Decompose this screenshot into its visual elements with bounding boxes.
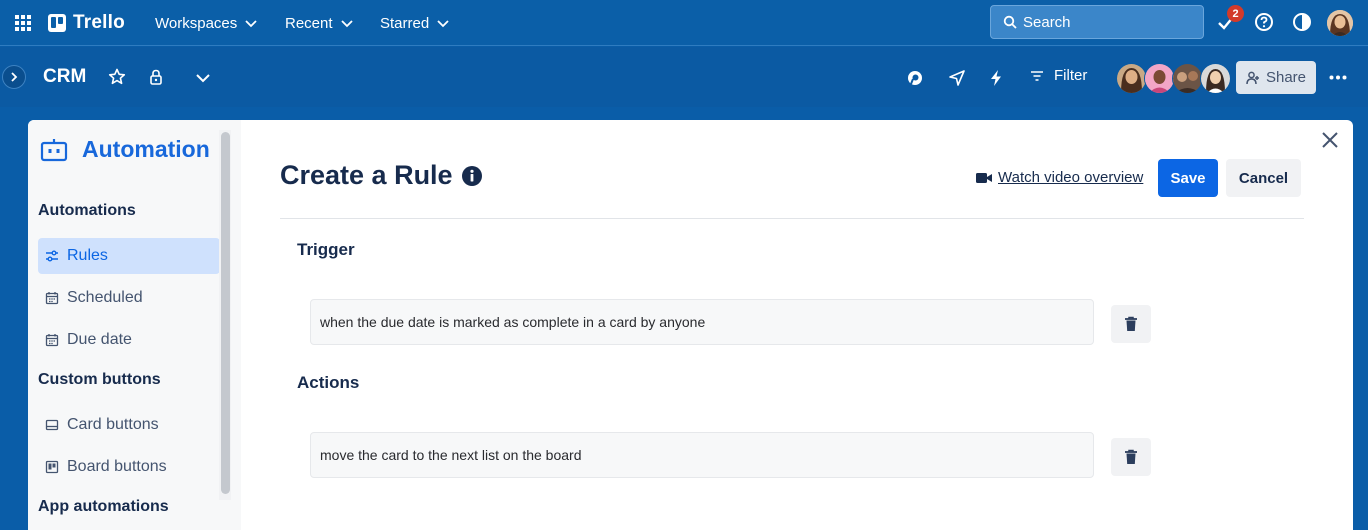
calendar-icon — [45, 292, 59, 305]
trello-logo-icon — [48, 14, 66, 32]
member-avatar-image — [1173, 64, 1202, 93]
member-avatar-image — [1201, 64, 1230, 93]
cancel-button[interactable]: Cancel — [1226, 159, 1301, 197]
sidebar-item-label: Card buttons — [67, 416, 159, 433]
automation-modal: Automation Automations Rules Scheduled D… — [28, 120, 1353, 530]
delete-action-button[interactable] — [1111, 438, 1151, 476]
member-avatar-image — [1145, 64, 1174, 93]
send-icon[interactable] — [948, 69, 966, 87]
logo-text: Trello — [73, 12, 125, 33]
page-title-text: Create a Rule — [280, 160, 453, 190]
video-camera-icon — [976, 172, 992, 183]
trigger-rule[interactable]: when the due date is marked as complete … — [310, 299, 1094, 345]
member-avatar[interactable] — [1144, 63, 1175, 94]
section-app-automations: App automations — [38, 498, 169, 515]
trigger-text: when the due date is marked as complete … — [320, 314, 706, 330]
filter-button[interactable]: Filter — [1030, 67, 1087, 84]
sidebar-item-label: Due date — [67, 331, 132, 348]
share-button[interactable]: Share — [1236, 61, 1316, 94]
delete-trigger-button[interactable] — [1111, 305, 1151, 343]
close-icon[interactable] — [1321, 131, 1339, 149]
trash-icon — [1125, 449, 1137, 464]
calendar-icon — [45, 334, 59, 347]
automation-bolt-icon[interactable] — [987, 69, 1005, 87]
save-button[interactable]: Save — [1158, 159, 1218, 197]
filter-icon — [1031, 70, 1043, 81]
action-text: move the card to the next list on the bo… — [320, 447, 582, 463]
top-navigation-bar: Trello Workspaces Recent Starred Search … — [0, 0, 1368, 46]
more-options-icon[interactable] — [1329, 75, 1347, 80]
watch-video-link[interactable]: Watch video overview — [975, 169, 1143, 186]
trigger-heading: Trigger — [297, 240, 355, 259]
starred-label: Starred — [380, 14, 430, 32]
info-icon[interactable] — [461, 165, 483, 187]
member-avatar-image — [1117, 64, 1146, 93]
notification-badge: 2 — [1227, 5, 1244, 22]
recent-menu[interactable]: Recent — [285, 12, 353, 34]
share-label: Share — [1265, 69, 1307, 86]
user-avatar[interactable] — [1327, 10, 1353, 36]
card-icon — [45, 419, 59, 431]
filter-label: Filter — [1054, 67, 1088, 84]
page-title: Create a Rule — [280, 160, 483, 191]
automation-sidebar: Automation Automations Rules Scheduled D… — [28, 120, 241, 530]
section-custom-buttons: Custom buttons — [38, 371, 161, 388]
robot-icon — [40, 138, 68, 161]
member-avatar[interactable] — [1172, 63, 1203, 94]
sidebar-item-due-date[interactable]: Due date — [38, 322, 220, 358]
starred-menu[interactable]: Starred — [380, 12, 449, 34]
sidebar-item-label: Scheduled — [67, 289, 143, 306]
help-icon[interactable] — [1254, 12, 1274, 32]
header-divider — [280, 218, 1304, 219]
theme-toggle-icon[interactable] — [1292, 12, 1312, 32]
actions-heading: Actions — [297, 373, 360, 392]
chevron-down-icon — [437, 20, 449, 28]
search-input[interactable]: Search — [990, 5, 1204, 39]
chevron-down-icon — [245, 20, 257, 28]
sidebar-item-scheduled[interactable]: Scheduled — [38, 280, 220, 316]
watch-video-text: Watch video overview — [998, 169, 1144, 186]
board-header: CRM Filter Share — [0, 47, 1368, 107]
search-icon — [1003, 15, 1017, 29]
sidebar-item-rules[interactable]: Rules — [38, 238, 220, 274]
chevron-right-icon — [11, 72, 18, 82]
chevron-down-icon — [340, 20, 353, 28]
automation-title-text: Automation — [82, 136, 210, 162]
chevron-down-icon[interactable] — [194, 69, 212, 87]
member-avatar[interactable] — [1200, 63, 1231, 94]
workspaces-menu[interactable]: Workspaces — [155, 12, 257, 34]
power-up-icon[interactable] — [906, 69, 924, 87]
member-avatar[interactable] — [1116, 63, 1147, 94]
lock-icon[interactable] — [147, 68, 165, 86]
app-switcher-icon[interactable] — [14, 14, 32, 32]
add-person-icon — [1246, 71, 1259, 84]
board-icon — [45, 460, 59, 474]
workspaces-label: Workspaces — [155, 14, 238, 32]
user-avatar-image — [1327, 10, 1353, 36]
sidebar-scrollbar-thumb[interactable] — [221, 132, 230, 494]
action-rule[interactable]: move the card to the next list on the bo… — [310, 432, 1094, 478]
recent-label: Recent — [285, 14, 333, 32]
trash-icon — [1125, 316, 1137, 331]
sidebar-item-card-buttons[interactable]: Card buttons — [38, 407, 220, 443]
board-title[interactable]: CRM — [43, 66, 86, 88]
automation-title: Automation — [40, 136, 210, 163]
sliders-icon — [46, 250, 58, 262]
sidebar-item-label: Board buttons — [67, 458, 167, 475]
trello-logo[interactable]: Trello — [48, 11, 125, 35]
sidebar-item-board-buttons[interactable]: Board buttons — [38, 449, 220, 485]
expand-sidebar-button[interactable] — [2, 65, 26, 89]
sidebar-item-label: Rules — [67, 247, 108, 264]
section-automations: Automations — [38, 202, 136, 219]
search-placeholder: Search — [1023, 13, 1071, 31]
star-icon[interactable] — [108, 68, 126, 86]
